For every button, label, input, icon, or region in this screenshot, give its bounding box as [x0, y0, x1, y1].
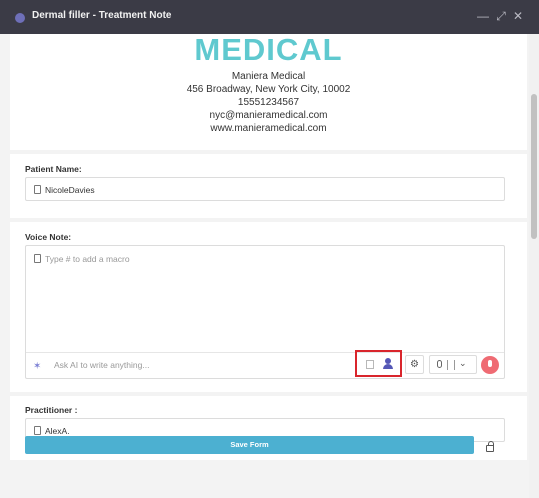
clinic-email: nyc@manieramedical.com: [209, 110, 328, 121]
clinic-phone: 15551234567: [237, 97, 300, 108]
window-titlebar: Dermal filler - Treatment Note — ⤢ ✕: [0, 0, 539, 34]
clinic-name: Maniera Medical: [231, 71, 306, 82]
chevron-down-icon[interactable]: ⌄: [459, 358, 467, 369]
voice-note-editor[interactable]: Type # to add a macro ✶ Ask AI to write …: [25, 245, 505, 379]
voice-note-label: Voice Note:: [25, 232, 72, 242]
clinic-website: www.manieramedical.com: [210, 123, 327, 134]
microphone-icon: [437, 360, 442, 368]
close-icon[interactable]: ✕: [511, 9, 525, 23]
sparkle-icon: ✶: [33, 361, 42, 372]
clinic-logo: MEDICAL: [194, 34, 343, 67]
gear-icon[interactable]: ⚙: [405, 355, 424, 374]
voice-note-section: Voice Note: Type # to add a macro ✶ Ask …: [10, 222, 527, 392]
person-icon-body: [383, 364, 393, 369]
app-icon: [15, 13, 25, 23]
patient-name-field[interactable]: NicoleDavies: [25, 177, 505, 201]
ask-ai-input[interactable]: Ask AI to write anything...: [54, 360, 149, 370]
document-icon: [34, 254, 41, 263]
audio-level-icon: [447, 360, 455, 370]
form-content: MEDICAL Maniera Medical 456 Broadway, Ne…: [0, 34, 529, 498]
expand-icon[interactable]: ⤢: [494, 9, 508, 23]
document-icon: [34, 185, 41, 194]
document-icon: [34, 426, 41, 435]
patient-section: Patient Name: NicoleDavies: [10, 154, 527, 218]
patient-name-label: Patient Name:: [25, 164, 82, 174]
clinic-header: MEDICAL Maniera Medical 456 Broadway, Ne…: [10, 34, 527, 150]
save-form-button[interactable]: Save Form: [25, 436, 474, 454]
voice-note-placeholder: Type # to add a macro: [45, 254, 130, 264]
record-microphone-button[interactable]: [481, 356, 499, 374]
scrollbar-thumb[interactable]: [531, 94, 537, 239]
voice-input-dropdown[interactable]: ⌄: [429, 355, 477, 374]
template-icon[interactable]: [366, 360, 374, 369]
lock-icon[interactable]: [486, 441, 494, 452]
practitioner-value: AlexA.: [45, 426, 70, 436]
person-icon[interactable]: [382, 358, 394, 370]
practitioner-label: Practitioner :: [25, 405, 78, 415]
patient-name-value: NicoleDavies: [45, 185, 95, 195]
highlight-annotation: [355, 350, 402, 377]
window-title: Dermal filler - Treatment Note: [32, 10, 172, 21]
minimize-icon[interactable]: —: [476, 9, 490, 23]
ai-toolbar-divider: [26, 352, 504, 353]
clinic-address: 456 Broadway, New York City, 10002: [186, 84, 351, 95]
